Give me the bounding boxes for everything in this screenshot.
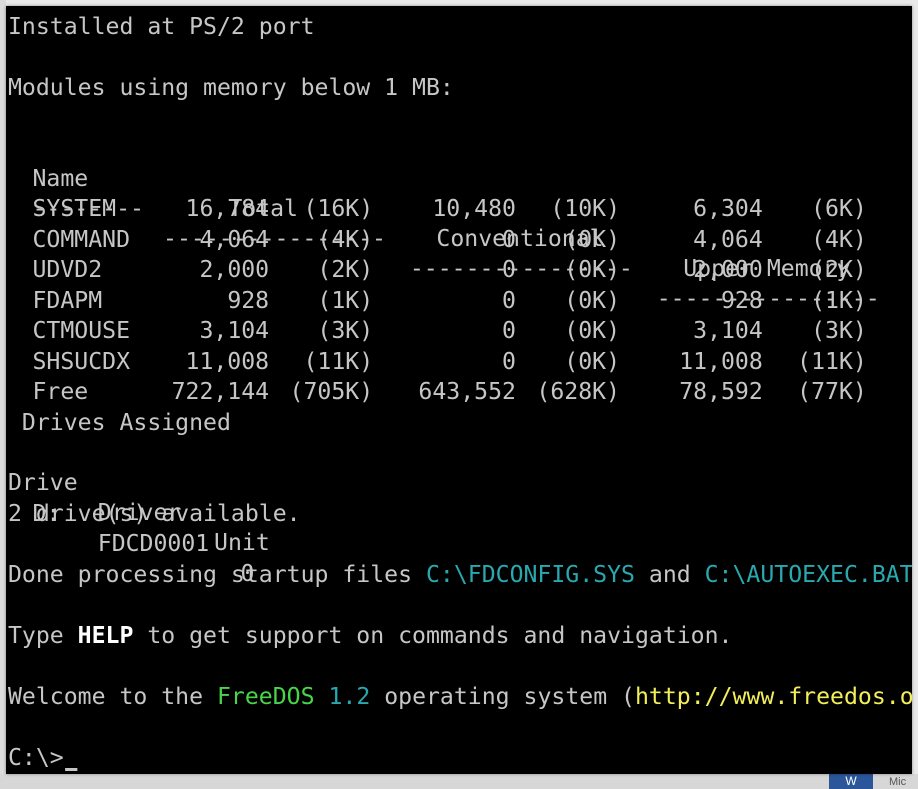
cell-conv-k: (628K) (536, 379, 620, 405)
cell-conv-k: (10K) (550, 196, 620, 222)
cell-upper: 928 (720, 287, 763, 314)
cell-upper-k: (6K) (811, 196, 867, 222)
console-line-type-help: Type HELP to get support on commands and… (8, 621, 732, 651)
cell-name: COMMAND (32, 226, 131, 253)
command-prompt[interactable]: C:\> (8, 743, 77, 773)
console-line-done-processing: Done processing startup files C:\FDCONFI… (8, 560, 912, 590)
done-and: and (634, 562, 705, 588)
mem-table-row: Free 722,144 (705K) 643,552 (628K) 78,592 (77K… (8, 377, 912, 407)
cell-upper-k: (11K) (797, 348, 867, 375)
cell-upper: 78,592 (679, 379, 763, 405)
cell-total: 16,784 (185, 196, 270, 222)
cell-total: 4,064 (199, 226, 270, 253)
drives-header-unit: Unit (214, 530, 270, 556)
cell-conv: 643,552 (418, 379, 516, 405)
prompt-text: C:\> (8, 745, 64, 771)
cell-upper-k: (2K) (811, 257, 867, 283)
freedos-name: FreeDOS (216, 684, 315, 710)
freedos-version: 1.2 (328, 684, 371, 710)
word-app-icon[interactable]: W (829, 774, 873, 789)
dos-console-window[interactable]: Installed at PS/2 port Modules using mem… (6, 6, 912, 774)
drive-driver: FDCD0001 (97, 531, 210, 557)
mem-table-row: SYSTEM 16,784 (16K) 10,480 (10K) 6,304 (6K) (8, 194, 912, 224)
cell-conv-k: (0K) (564, 318, 620, 344)
console-line-drives-assigned: Drives Assigned (8, 410, 231, 436)
cell-name: SYSTEM (32, 196, 117, 222)
cell-upper-k: (3K) (811, 318, 867, 344)
cell-conv-k: (0K) (564, 287, 620, 314)
cell-upper-k: (4K) (811, 226, 867, 253)
cell-name: CTMOUSE (32, 318, 131, 344)
cell-total-k: (1K) (317, 287, 374, 314)
cell-upper: 3,104 (693, 318, 763, 344)
mem-table-row: SHSUCDX 11,008 (11K) 0 (0K) 11,008 (11K) (8, 347, 912, 377)
cell-total-k: (3K) (317, 318, 374, 344)
cell-total-k: (705K) (289, 379, 374, 405)
type-text-1: Type (8, 623, 78, 649)
cell-upper-k: (77K) (797, 379, 867, 405)
cell-conv-k: (0K) (564, 257, 620, 283)
cell-conv: 0 (502, 348, 516, 375)
mem-table-row: CTMOUSE 3,104 (3K) 0 (0K) 3,104 (3K) (8, 316, 912, 346)
cell-name: UDVD2 (32, 257, 103, 283)
cell-total-k: (4K) (317, 226, 374, 253)
taskbar-app-label[interactable]: Mic (889, 776, 918, 788)
cell-total-k: (11K) (303, 348, 374, 375)
console-line-modules: Modules using memory below 1 MB: (8, 75, 454, 101)
cell-name: SHSUCDX (32, 348, 131, 375)
cell-total: 3,104 (199, 318, 270, 344)
taskbar (0, 774, 918, 789)
help-keyword: HELP (77, 623, 134, 649)
welcome-text-1: Welcome to the (8, 684, 217, 710)
cell-total-k: (16K) (303, 196, 374, 222)
cell-conv: 0 (502, 287, 516, 314)
cell-upper: 2,000 (693, 257, 763, 283)
cell-total: 2,000 (199, 257, 270, 283)
mem-table-row: UDVD2 2,000 (2K) 0 (0K) 2,000 (2K) (8, 255, 912, 285)
cell-total: 722,144 (171, 379, 270, 405)
type-text-2: to get support on commands and navigatio… (133, 623, 733, 649)
cell-conv: 0 (502, 226, 516, 253)
cell-upper: 4,064 (693, 226, 763, 253)
console-line-ps2: Installed at PS/2 port (8, 14, 315, 40)
cell-upper: 11,008 (679, 348, 763, 375)
cell-upper: 6,304 (693, 196, 763, 222)
freedos-url: http://www.freedos.org (634, 684, 912, 710)
mem-table-row: COMMAND 4,064 (4K) 0 (0K) 4,064 (4K) (8, 225, 912, 255)
cell-total: 928 (227, 287, 270, 314)
mem-table-row: FDAPM 928 (1K) 0 (0K) 928 (1K) (8, 286, 912, 316)
cell-conv-k: (0K) (564, 348, 620, 375)
fdconfig-path: C:\FDCONFIG.SYS (425, 562, 635, 588)
cell-conv-k: (0K) (564, 226, 620, 253)
autoexec-path: C:\AUTOEXEC.BAT (704, 562, 912, 588)
cell-conv: 0 (502, 318, 516, 344)
done-text: Done processing startup files (8, 562, 426, 588)
text-cursor (64, 768, 77, 771)
drives-table-header: Drive Driver Unit (8, 438, 912, 556)
drives-table-row: D: FDCD0001 0 (8, 469, 912, 587)
cell-total: 11,008 (185, 348, 270, 375)
cell-upper-k: (1K) (811, 287, 867, 314)
welcome-text-2: operating system ( (370, 684, 635, 710)
cell-name: FDAPM (32, 287, 103, 314)
cell-conv: 10,480 (432, 196, 516, 222)
cell-total-k: (2K) (317, 257, 374, 283)
cell-name: Free (32, 379, 89, 405)
mem-table-separator: -------- ---------------- --------------… (8, 164, 912, 312)
console-line-drives-available: 2 drive(s) available. (8, 501, 301, 527)
mem-table-header: Name Total Conventional Upper Memory (8, 134, 912, 282)
console-line-welcome: Welcome to the FreeDOS 1.2 operating sys… (8, 682, 912, 712)
cell-conv: 0 (502, 257, 516, 283)
